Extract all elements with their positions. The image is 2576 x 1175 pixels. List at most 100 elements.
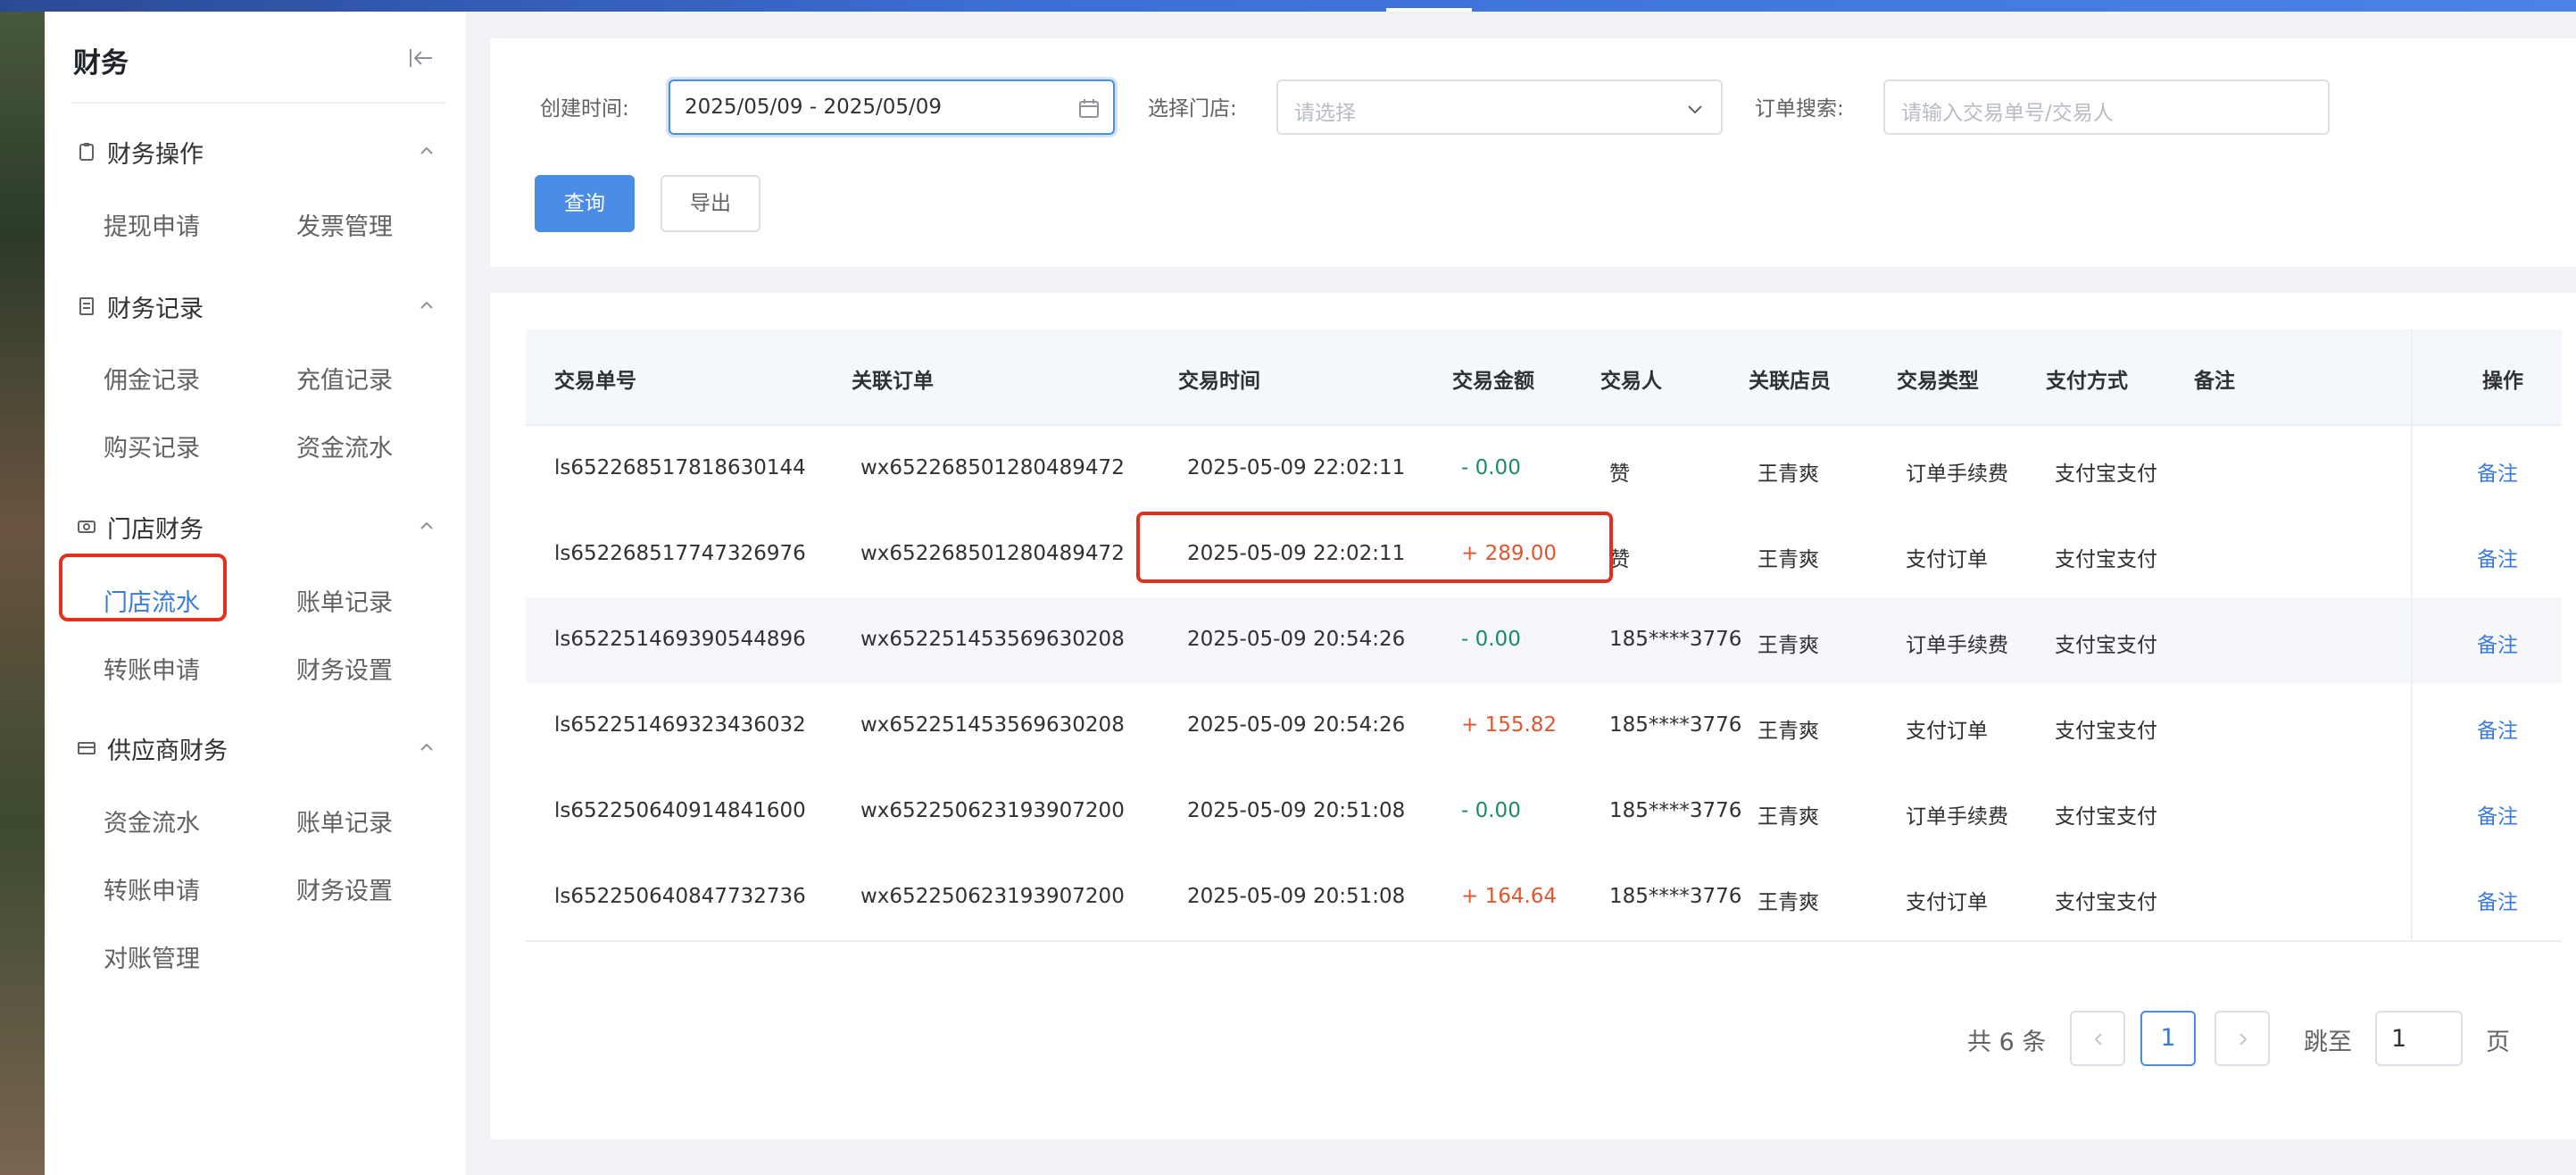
order-search-input[interactable]: 请输入交易单号/交易人	[1883, 79, 2330, 135]
cell-amount: - 0.00	[1461, 456, 1521, 479]
menu-group-finance-operations[interactable]: 财务操作	[71, 133, 446, 169]
cell-payment-method: 支付宝支付	[2055, 634, 2157, 657]
cell-related-order: wx652268501280489472	[860, 456, 1125, 479]
sidebar-item-invoice[interactable]: 发票管理	[296, 207, 393, 242]
note-action-link[interactable]: 备注	[2477, 799, 2518, 829]
date-range-picker[interactable]: 2025/05/09 - 2025/05/09	[669, 79, 1115, 135]
sidebar-item-fund-flow[interactable]: 资金流水	[296, 429, 393, 463]
cell-payer: 185****3776	[1609, 628, 1742, 651]
sidebar-item-purchase[interactable]: 购买记录	[104, 429, 200, 463]
chevron-up-icon	[420, 521, 433, 529]
table-row: ls652268517818630144 wx65226850128048947…	[526, 426, 2562, 513]
clipboard-icon	[79, 143, 94, 161]
highlight-box-nav	[59, 554, 227, 621]
cell-related-order: wx652250623193907200	[860, 885, 1125, 908]
card-icon	[78, 742, 96, 754]
column-header-note: 备注	[2194, 370, 2235, 393]
prev-page-button[interactable]	[2070, 1011, 2125, 1066]
cell-payment-method: 支付宝支付	[2055, 462, 2157, 486]
sidebar-item-recharge[interactable]: 充值记录	[296, 361, 393, 396]
table-header: 交易单号 关联订单 交易时间 交易金额 交易人 关联店员 交易类型 支付方式 备…	[526, 329, 2562, 426]
cell-transaction-no: ls652250640914841600	[554, 799, 806, 822]
cell-transaction-no: ls652268517818630144	[554, 456, 806, 479]
cell-clerk: 王青爽	[1757, 634, 1819, 657]
jump-to-page-input[interactable]: 1	[2375, 1011, 2463, 1066]
cell-amount: + 155.82	[1461, 713, 1558, 737]
sidebar-item-commission[interactable]: 佣金记录	[104, 361, 200, 396]
chevron-left-icon	[2094, 1033, 2102, 1046]
background-photo-strip	[0, 0, 45, 1175]
cell-payment-method: 支付宝支付	[2055, 805, 2157, 829]
active-tab-indicator	[1386, 8, 1472, 12]
cell-clerk: 王青爽	[1757, 548, 1819, 571]
sidebar-item-finance-settings[interactable]: 财务设置	[296, 651, 393, 686]
column-header-payment-method: 支付方式	[2046, 370, 2128, 393]
sidebar-item-supplier-settings[interactable]: 财务设置	[296, 871, 393, 906]
calendar-icon	[1079, 99, 1099, 118]
note-action-link[interactable]: 备注	[2477, 456, 2518, 487]
page-suffix-label: 页	[2486, 1029, 2510, 1056]
top-navigation-bar	[0, 0, 2576, 12]
cell-transaction-no: ls652268517747326976	[554, 542, 806, 565]
pagination-total: 共 6 条	[1967, 1029, 2047, 1056]
filter-panel: 创建时间: 2025/05/09 - 2025/05/09 选择门店: 请选择 …	[490, 38, 2576, 267]
cell-clerk: 王青爽	[1757, 462, 1819, 486]
cell-related-order: wx652251453569630208	[860, 713, 1125, 737]
menu-group-finance-records[interactable]: 财务记录	[71, 288, 446, 323]
chevron-right-icon	[2239, 1033, 2248, 1046]
cell-amount: - 0.00	[1461, 799, 1521, 822]
cell-amount: + 164.64	[1461, 885, 1558, 908]
store-select-label: 选择门店:	[1148, 97, 1237, 121]
cell-type: 订单手续费	[1906, 634, 2008, 657]
note-action-link[interactable]: 备注	[2477, 713, 2518, 744]
cell-payer: 185****3776	[1609, 713, 1742, 737]
cell-payment-method: 支付宝支付	[2055, 720, 2157, 743]
menu-group-store-finance[interactable]: 门店财务	[71, 508, 446, 544]
sidebar-item-supplier-transfer[interactable]: 转账申请	[104, 871, 200, 906]
cell-type: 支付订单	[1906, 720, 1988, 743]
cell-amount: - 0.00	[1461, 628, 1521, 651]
cell-transaction-time: 2025-05-09 20:51:08	[1187, 799, 1406, 822]
column-header-type: 交易类型	[1897, 370, 1979, 393]
sidebar-item-bill-records[interactable]: 账单记录	[296, 583, 393, 618]
cell-transaction-time: 2025-05-09 22:02:11	[1187, 456, 1406, 479]
column-header-amount: 交易金额	[1452, 370, 1534, 393]
query-button[interactable]: 查询	[535, 175, 635, 232]
order-search-label: 订单搜索:	[1755, 97, 1844, 121]
menu-group-label: 门店财务	[107, 516, 204, 544]
cell-transaction-time: 2025-05-09 20:51:08	[1187, 885, 1406, 908]
sidebar-item-transfer[interactable]: 转账申请	[104, 651, 200, 686]
column-header-clerk: 关联店员	[1749, 370, 1831, 393]
sidebar-item-reconciliation[interactable]: 对账管理	[104, 939, 200, 974]
column-header-related-order: 关联订单	[852, 370, 934, 393]
cell-clerk: 王青爽	[1757, 805, 1819, 829]
chevron-up-icon	[420, 301, 433, 309]
collapse-sidebar-icon[interactable]	[405, 42, 437, 74]
cell-clerk: 王青爽	[1757, 720, 1819, 743]
table-row: ls652251469390544896 wx65225145356963020…	[526, 597, 2562, 685]
sidebar-title: 财务	[73, 47, 129, 79]
next-page-button[interactable]	[2215, 1011, 2270, 1066]
cell-clerk: 王青爽	[1757, 891, 1819, 914]
store-select[interactable]: 请选择	[1276, 79, 1723, 135]
chevron-up-icon	[420, 743, 433, 751]
cell-type: 支付订单	[1906, 548, 1988, 571]
page-number-current[interactable]: 1	[2140, 1011, 2196, 1066]
date-range-value: 2025/05/09 - 2025/05/09	[685, 96, 943, 119]
cell-transaction-no: ls652251469390544896	[554, 628, 806, 651]
menu-group-supplier-finance[interactable]: 供应商财务	[71, 729, 446, 765]
chevron-up-icon	[420, 146, 433, 154]
note-action-link[interactable]: 备注	[2477, 885, 2518, 915]
table-row: ls652251469323436032 wx65225145356963020…	[526, 683, 2562, 771]
export-button[interactable]: 导出	[661, 175, 760, 232]
note-action-link[interactable]: 备注	[2477, 542, 2518, 572]
sidebar-item-withdrawal[interactable]: 提现申请	[104, 207, 200, 242]
cell-type: 订单手续费	[1906, 805, 2008, 829]
jump-to-label: 跳至	[2304, 1029, 2352, 1056]
sidebar-item-supplier-bills[interactable]: 账单记录	[296, 804, 393, 838]
note-action-link[interactable]: 备注	[2477, 628, 2518, 658]
menu-group-label: 财务记录	[107, 296, 204, 323]
column-header-transaction-time: 交易时间	[1178, 370, 1260, 393]
sidebar-item-supplier-fund-flow[interactable]: 资金流水	[104, 804, 200, 838]
cell-payment-method: 支付宝支付	[2055, 891, 2157, 914]
